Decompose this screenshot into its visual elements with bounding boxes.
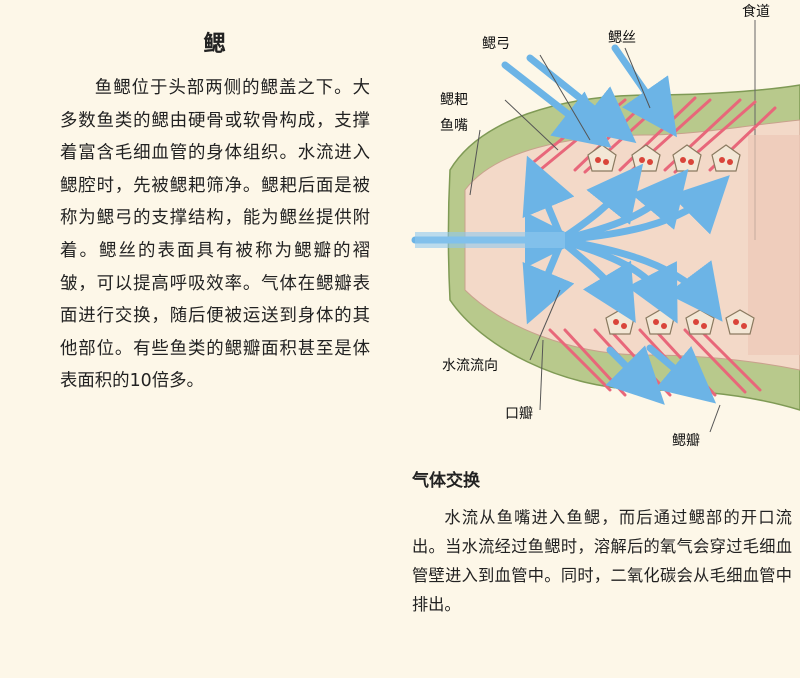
mouth-inflow-band <box>415 232 565 248</box>
esophagus-tube <box>748 135 800 355</box>
caption-block: 气体交换 水流从鱼嘴进入鱼鳃，而后通过鳃部的开口流出。当水流经过鱼鳃时，溶解后的… <box>412 466 792 619</box>
label-mouth: 鱼嘴 <box>440 117 468 134</box>
label-water-flow: 水流流向 <box>442 358 498 374</box>
article-column: 鳃 鱼鳃位于头部两侧的鳃盖之下。大多数鱼类的鳃由硬骨或软骨构成，支撑着富含毛细血… <box>60 22 370 398</box>
article-body: 鱼鳃位于头部两侧的鳃盖之下。大多数鱼类的鳃由硬骨或软骨构成，支撑着富含毛细血管的… <box>60 78 370 392</box>
caption-title: 气体交换 <box>412 471 480 491</box>
label-opening: 口瓣 <box>505 406 533 422</box>
caption-body: 水流从鱼嘴进入鱼鳃，而后通过鳃部的开口流出。当水流经过鱼鳃时，溶解后的氧气会穿过… <box>412 508 792 614</box>
label-gill-filament: 鳃丝 <box>608 30 636 46</box>
label-gill-arch: 鳃弓 <box>482 36 510 52</box>
label-esophagus: 食道 <box>742 3 770 20</box>
label-lamella: 鳃瓣 <box>672 433 700 449</box>
gill-diagram-svg: 鳃弓 鳃丝 食道 鳃耙 鱼嘴 水流流向 口瓣 鳃瓣 <box>411 3 800 449</box>
label-gill-raker: 鳃耙 <box>440 92 468 108</box>
article-title: 鳃 <box>203 32 227 57</box>
gill-diagram: 鳃弓 鳃丝 食道 鳃耙 鱼嘴 水流流向 口瓣 鳃瓣 <box>410 0 800 460</box>
